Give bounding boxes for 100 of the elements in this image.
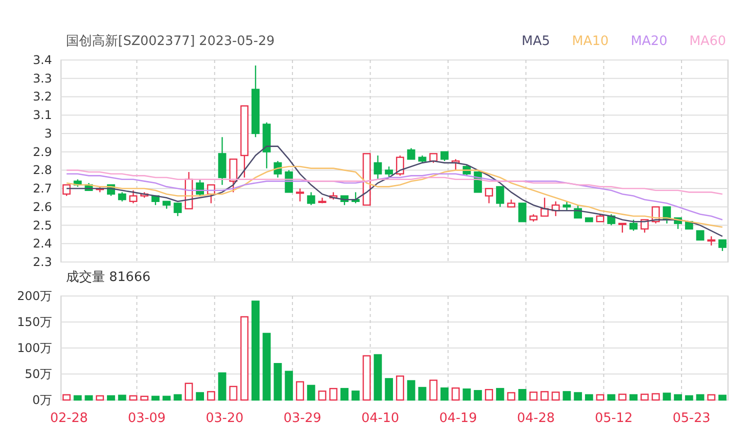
candlestick [562,201,571,211]
volume-bar [374,354,382,401]
volume-bar [652,393,660,401]
volume-bar [696,394,704,401]
candlestick [518,202,526,222]
candlestick [284,170,293,193]
volume-bar [384,378,393,401]
legend-label: MA10 [572,33,609,52]
volume-bar [284,370,293,401]
axis-label: 3.3 [32,71,52,86]
axis-label: 2.7 [32,182,52,196]
volume-bar [540,391,549,401]
candlestick [662,206,671,224]
candlestick [596,214,604,222]
axis-label: 200万 [17,289,52,303]
volume-bar [618,394,626,401]
candlestick [629,220,638,231]
candlestick [540,198,549,217]
candlestick [440,151,449,161]
volume-bar [174,394,182,401]
volume-bar [318,390,326,401]
candlestick [407,148,416,160]
volume-bar [585,394,594,401]
volume-bar [496,388,504,401]
candlestick [552,201,560,216]
axis-label: 2.3 [32,255,52,268]
axis-label: 2.9 [32,144,52,159]
volume-bar [151,396,160,401]
legend-label: MA60 [689,33,726,52]
volume-bar [96,395,104,401]
candlestick [529,214,538,222]
volume-bar [118,394,126,401]
axis-label: 3 [44,126,52,140]
volume-bar [474,390,482,401]
candlestick [118,192,126,202]
candlestick [252,66,260,138]
candlestick [296,188,304,202]
candlestick [229,158,238,192]
axis-label: 2.5 [32,218,52,232]
date-label: 03-20 [206,411,244,426]
volume-bar [207,391,216,401]
volume-bar [84,395,93,401]
axis-label: 3.2 [32,90,52,104]
candlestick [496,186,504,207]
volume-bar [518,389,526,401]
volume-bar [106,395,116,401]
candlestick [707,236,716,246]
date-label: 03-29 [284,411,322,426]
volume-bar [218,372,226,401]
candlestick [62,184,71,196]
volume-bar [440,387,449,401]
candlestick [174,202,182,216]
volume-bar [340,388,349,401]
candlestick [374,156,382,180]
candlestick [151,195,160,206]
candlestick [207,184,216,204]
candlestick [674,217,682,229]
date-label: 02-28 [50,411,88,426]
volume-bar [307,384,316,401]
axis-label: 2.8 [32,163,52,178]
volume-bar [629,394,638,401]
axis-label: 2.4 [32,236,52,251]
candlestick [696,230,704,241]
axis-label: 50万 [24,367,52,381]
volume-bar [162,396,171,401]
candlestick [574,205,582,219]
volume-bar [607,394,616,401]
candlestick [74,179,82,187]
candlestick [418,156,426,163]
volume-bar [396,375,404,401]
candlestick [307,192,316,206]
date-label: 05-23 [672,411,710,426]
volume-bar [662,392,671,401]
axis-label: 3.4 [32,53,52,67]
date-label: 05-12 [594,411,633,426]
legend-label: MA20 [630,33,668,52]
date-label: 04-10 [361,411,400,426]
date-label: 03-09 [128,411,166,426]
axis-label: 150万 [17,315,52,329]
volume-bar [129,395,138,401]
volume-bar [596,394,604,401]
candlestick [352,192,360,204]
volume-bar [574,392,582,401]
candlestick [340,195,349,206]
candlestick [84,183,93,191]
candlestick [329,192,338,200]
chart-title: 国创高新[SZ002377] 2023-05-29 [66,33,275,52]
candlestick [384,166,393,178]
candlestick [484,188,494,204]
candlestick [396,156,404,176]
volume-bar [418,386,426,401]
volume-bar [462,388,471,401]
legend-label: MA5 [522,33,550,52]
candlestick [262,122,271,168]
volume-bar [296,381,304,401]
axis-label: 2.6 [32,200,52,214]
candlestick [140,192,148,198]
volume-bar [429,380,438,401]
volume-bar [674,394,682,401]
volume-bar [74,395,82,401]
